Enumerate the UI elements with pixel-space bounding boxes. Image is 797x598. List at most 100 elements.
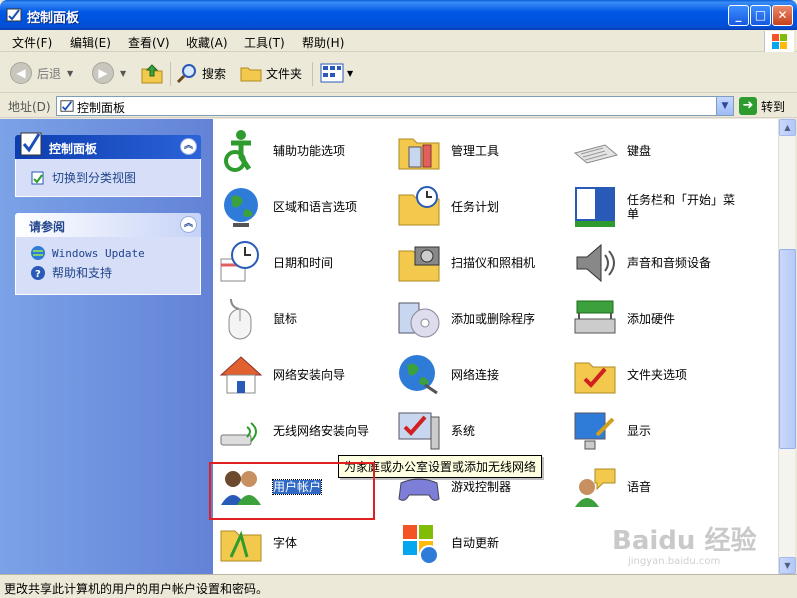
address-value: 控制面板 bbox=[77, 101, 126, 115]
network-connections-item[interactable]: 网络连接 bbox=[395, 349, 565, 401]
address-dropdown-button[interactable]: ▼ bbox=[716, 97, 733, 115]
up-folder-icon bbox=[141, 64, 163, 84]
maximize-button[interactable]: □ bbox=[750, 5, 771, 26]
menu-bar: 文件(F) 编辑(E) 查看(V) 收藏(A) 工具(T) 帮助(H) bbox=[0, 30, 797, 52]
annotation-box-user-accounts bbox=[209, 462, 375, 520]
network-setup-wizard-item[interactable]: 网络安装向导 bbox=[217, 349, 387, 401]
globe-icon bbox=[224, 188, 258, 227]
collapse-chevron-icon[interactable]: ︽ bbox=[180, 216, 197, 233]
date-time-item[interactable]: 日期和时间 bbox=[217, 237, 387, 289]
folder-options-icon bbox=[574, 362, 616, 394]
baidu-watermark: Baidu 经验 bbox=[612, 526, 757, 556]
taskbar-icon bbox=[575, 187, 615, 227]
item-label: 区域和语言选项 bbox=[273, 200, 358, 214]
display-item[interactable]: 显示 bbox=[571, 405, 741, 457]
scheduled-tasks-item[interactable]: 任务计划 bbox=[395, 181, 565, 233]
see-also-panel-header[interactable]: 请参阅 ︽ bbox=[15, 213, 201, 237]
item-label: 任务计划 bbox=[451, 200, 500, 214]
automatic-updates-icon bbox=[403, 525, 439, 565]
date-time-icon bbox=[220, 241, 259, 282]
item-label: 添加或删除程序 bbox=[451, 312, 536, 326]
up-folder-button[interactable] bbox=[140, 61, 164, 85]
see-also-title: 请参阅 bbox=[29, 220, 66, 234]
item-label: 辅助功能选项 bbox=[273, 144, 346, 158]
scroll-thumb[interactable] bbox=[779, 249, 796, 449]
menu-view[interactable]: 查看(V) bbox=[128, 34, 170, 51]
item-label: 系统 bbox=[451, 424, 476, 438]
item-label: 无线网络安装向导 bbox=[273, 424, 370, 438]
close-button[interactable]: ✕ bbox=[772, 5, 793, 26]
keyboard-icon bbox=[573, 144, 619, 164]
windows-update-link[interactable]: Windows Update bbox=[30, 245, 145, 261]
sounds-audio-devices-item[interactable]: 声音和音频设备 bbox=[571, 237, 741, 289]
home-network-icon bbox=[219, 356, 263, 394]
status-text: 更改共享此计算机的用户的用户帐户设置和密码。 bbox=[4, 582, 269, 596]
item-label: 扫描仪和照相机 bbox=[451, 256, 536, 270]
add-remove-programs-icon bbox=[398, 302, 440, 338]
keyboard-item[interactable]: 键盘 bbox=[571, 125, 741, 177]
menu-tools[interactable]: 工具(T) bbox=[244, 34, 285, 51]
scroll-down-button[interactable]: ▼ bbox=[779, 557, 796, 574]
system-item[interactable]: 系统 bbox=[395, 405, 565, 457]
scroll-up-button[interactable]: ▲ bbox=[779, 119, 796, 136]
search-icon bbox=[176, 64, 196, 84]
vertical-scrollbar[interactable]: ▲ ▼ bbox=[778, 119, 796, 574]
scanners-cameras-item[interactable]: 扫描仪和照相机 bbox=[395, 237, 565, 289]
item-label: 网络安装向导 bbox=[273, 368, 346, 382]
go-label: 转到 bbox=[761, 99, 786, 114]
control-panel-panel-header[interactable]: 控制面板 ︽ bbox=[15, 132, 201, 159]
back-arrow-icon: ◀ bbox=[10, 62, 32, 84]
fonts-icon bbox=[220, 530, 262, 562]
add-remove-programs-item[interactable]: 添加或删除程序 bbox=[395, 293, 565, 345]
menu-file[interactable]: 文件(F) bbox=[12, 34, 52, 51]
views-icon bbox=[320, 63, 344, 83]
address-label: 地址(D) bbox=[8, 100, 51, 114]
fonts-item[interactable]: 字体 bbox=[217, 517, 387, 569]
status-bar: 更改共享此计算机的用户的用户帐户设置和密码。 bbox=[0, 574, 797, 598]
menu-edit[interactable]: 编辑(E) bbox=[70, 34, 111, 51]
minimize-button[interactable]: _ bbox=[728, 5, 749, 26]
address-input[interactable]: 控制面板 ▼ bbox=[56, 96, 734, 116]
back-button[interactable]: ◀ 后退 ▼ bbox=[10, 61, 73, 85]
folders-icon bbox=[240, 67, 262, 82]
forward-arrow-icon: ▶ bbox=[92, 62, 114, 84]
item-label: 声音和音频设备 bbox=[627, 256, 712, 270]
item-label: 鼠标 bbox=[273, 312, 298, 326]
administrative-tools-icon bbox=[398, 138, 440, 170]
network-connections-icon bbox=[399, 355, 438, 395]
forward-button[interactable]: ▶ ▼ bbox=[92, 61, 126, 85]
search-label: 搜索 bbox=[202, 66, 227, 81]
switch-to-category-view-link[interactable]: 切换到分类视图 bbox=[30, 169, 136, 186]
control-panel-panel-body: 切换到分类视图 bbox=[15, 159, 201, 197]
menu-help[interactable]: 帮助(H) bbox=[302, 34, 344, 51]
wireless-icon bbox=[220, 422, 257, 446]
help-and-support-link[interactable]: ? 帮助和支持 bbox=[30, 264, 112, 281]
automatic-updates-item[interactable]: 自动更新 bbox=[395, 517, 565, 569]
go-button[interactable]: ➜ 转到 bbox=[739, 97, 785, 115]
item-label: 显示 bbox=[627, 424, 652, 438]
switch-view-label: 切换到分类视图 bbox=[52, 171, 137, 185]
accessibility-options-item[interactable]: 辅助功能选项 bbox=[217, 125, 387, 177]
taskbar-start-menu-item[interactable]: 任务栏和「开始」菜单 bbox=[571, 181, 741, 233]
administrative-tools-item[interactable]: 管理工具 bbox=[395, 125, 565, 177]
task-pane: 控制面板 ︽ 切换到分类视图 请参阅 ︽ Windows Update ? 帮助… bbox=[0, 119, 213, 574]
baidu-watermark-url: jingyan.baidu.com bbox=[628, 556, 721, 567]
regional-language-options-item[interactable]: 区域和语言选项 bbox=[217, 181, 387, 233]
title-bar[interactable]: 控制面板 _ □ ✕ bbox=[0, 0, 797, 30]
accessibility-icon bbox=[224, 130, 252, 172]
window-title: 控制面板 bbox=[27, 11, 80, 26]
address-bar: 地址(D) 控制面板 ▼ ➜ 转到 bbox=[0, 94, 797, 118]
folder-options-item[interactable]: 文件夹选项 bbox=[571, 349, 741, 401]
speech-item[interactable]: 语音 bbox=[571, 461, 741, 513]
switch-view-icon bbox=[31, 171, 44, 184]
item-label: 管理工具 bbox=[451, 144, 500, 158]
mouse-item[interactable]: 鼠标 bbox=[217, 293, 387, 345]
search-button[interactable]: 搜索 bbox=[176, 61, 226, 85]
views-button[interactable]: ▼ bbox=[320, 61, 353, 85]
collapse-chevron-icon[interactable]: ︽ bbox=[180, 138, 197, 155]
menu-favorites[interactable]: 收藏(A) bbox=[186, 34, 228, 51]
wireless-network-wizard-item[interactable]: 无线网络安装向导 bbox=[217, 405, 387, 457]
display-icon bbox=[574, 412, 615, 450]
folders-button[interactable]: 文件夹 bbox=[240, 61, 302, 85]
add-hardware-item[interactable]: 添加硬件 bbox=[571, 293, 741, 345]
